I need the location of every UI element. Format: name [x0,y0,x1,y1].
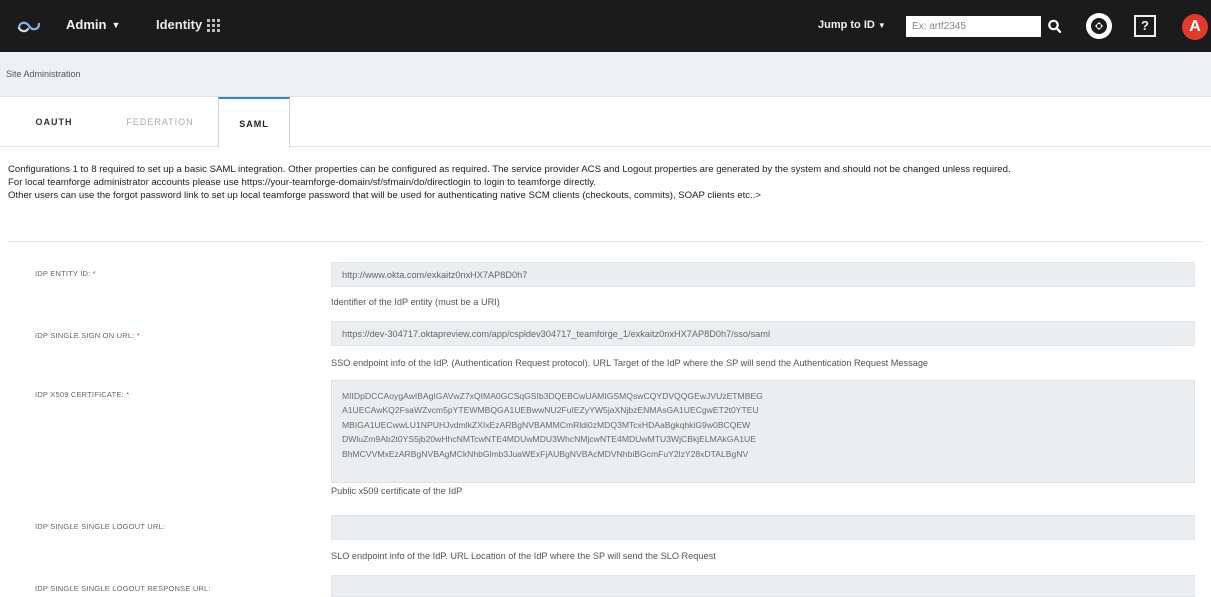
certificate-text[interactable]: MIIDpDCCAoygAwIBAgIGAVwZ7xQIMA0GCSqGSIb3… [342,389,1187,480]
idp-entity-id-hint: Identifier of the IdP entity (must be a … [331,297,500,307]
idp-entity-id-field[interactable]: http://www.okta.com/exkaitz0nxHX7AP8D0h7 [331,262,1195,287]
avatar[interactable]: A [1182,14,1208,40]
search-icon[interactable] [1043,15,1067,38]
identity-menu[interactable]: Identity [156,17,202,32]
required-mark: * [136,331,140,340]
divider [8,241,1203,242]
teamforge-logo-icon[interactable] [16,16,42,36]
breadcrumb: Site Administration [0,52,1211,97]
idp-slo-url-field[interactable] [331,515,1195,540]
tab-federation[interactable]: FEDERATION [110,97,210,147]
idp-sso-url-field[interactable]: https://dev-304717.oktapreview.com/app/c… [331,321,1195,346]
jump-to-id-label: Jump to ID [818,19,875,31]
admin-menu[interactable]: Admin ▼ [66,17,120,32]
menu-circle-icon[interactable] [1086,13,1112,39]
saml-instructions: Configurations 1 to 8 required to set up… [8,163,1203,202]
idp-sso-url-label: IDP SINGLE SIGN ON URL: * [35,331,140,340]
instruction-line: Other users can use the forgot password … [8,190,762,201]
admin-menu-label: Admin [66,17,107,32]
chevron-down-icon: ▼ [877,21,886,30]
tab-saml[interactable]: SAML [218,97,290,148]
top-navigation-bar: Admin▼ Identity Jump to ID▼ ? A [0,0,1211,52]
chevron-down-icon: ▼ [111,20,121,30]
idp-entity-id-label: IDP ENTITY ID: * [35,269,96,278]
jump-to-id-menu[interactable]: Jump to ID ▼ [818,19,886,31]
grid-icon[interactable] [207,19,221,33]
idp-slo-response-url-label: IDP SINGLE SINGLE LOGOUT RESPONSE URL: [35,584,211,593]
identity-menu-label: Identity [156,17,203,32]
jump-id-search-input[interactable] [906,16,1041,37]
help-icon[interactable]: ? [1134,15,1156,37]
required-mark: * [126,390,130,399]
idp-x509-certificate-textarea[interactable]: MIIDpDCCAoygAwIBAgIGAVwZ7xQIMA0GCSqGSIb3… [331,380,1195,483]
idp-x509-certificate-hint: Public x509 certificate of the IdP [331,486,463,496]
idp-slo-url-hint: SLO endpoint info of the IdP. URL Locati… [331,551,716,561]
instruction-line: Configurations 1 to 8 required to set up… [8,164,1011,175]
tab-bar: OAUTH FEDERATION SAML [0,97,1211,148]
tab-oauth[interactable]: OAUTH [14,97,94,147]
breadcrumb-site-administration[interactable]: Site Administration [6,69,81,79]
idp-sso-url-hint: SSO endpoint info of the IdP. (Authentic… [331,358,929,368]
instruction-line: For local teamforge administrator accoun… [8,177,596,188]
idp-x509-certificate-label: IDP X509 CERTIFICATE: * [35,390,130,399]
idp-slo-response-url-field[interactable] [331,575,1195,597]
required-mark: * [92,269,96,278]
idp-slo-url-label: IDP SINGLE SINGLE LOGOUT URL: [35,522,166,531]
